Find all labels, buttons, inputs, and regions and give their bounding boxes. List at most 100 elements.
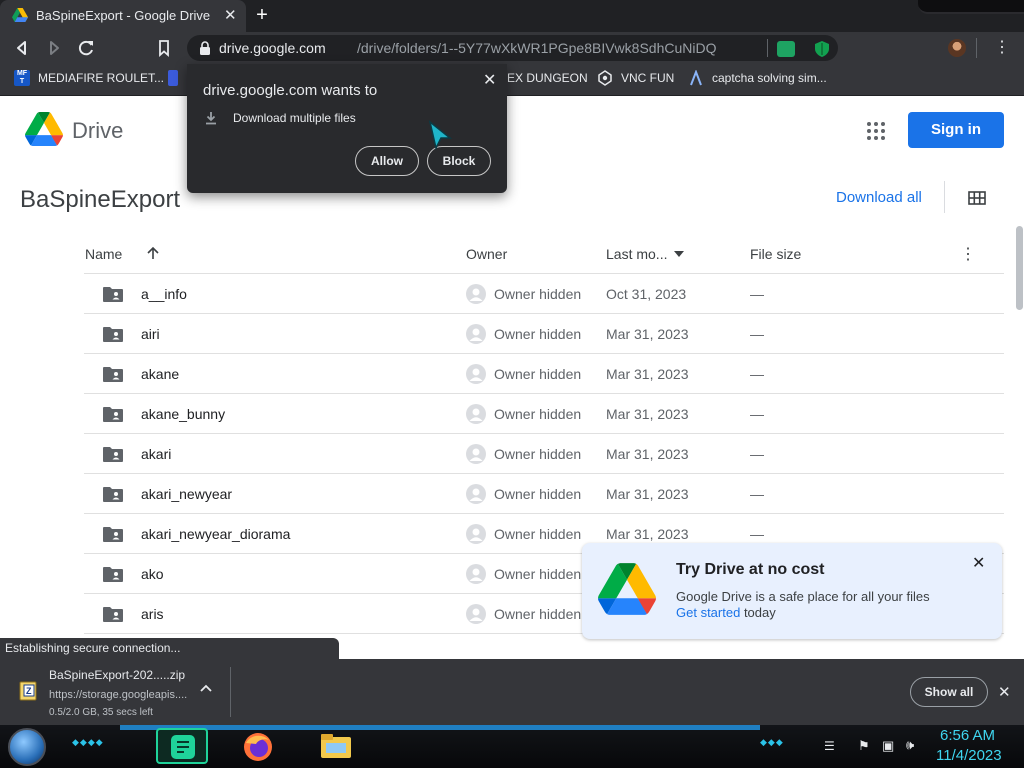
bookmark-ex-dungeon[interactable]: EX DUNGEON (507, 71, 588, 85)
shelf-close-icon[interactable]: ✕ (998, 683, 1011, 701)
file-modified: Oct 31, 2023 (606, 286, 687, 302)
notes-app-icon (171, 735, 195, 759)
owner-avatar-icon (466, 404, 486, 424)
show-all-button[interactable]: Show all (910, 677, 988, 707)
sign-in-button[interactable]: Sign in (908, 112, 1004, 148)
owner-avatar-icon (466, 284, 486, 304)
file-owner: Owner hidden (494, 486, 582, 502)
file-modified: Mar 31, 2023 (606, 406, 689, 422)
shared-folder-icon (103, 407, 123, 422)
clock-time[interactable]: 6:56 AM (940, 727, 995, 744)
drive-favicon-icon (12, 8, 28, 22)
taskbar-glow (120, 725, 760, 730)
file-owner: Owner hidden (494, 446, 582, 462)
profile-avatar[interactable] (948, 39, 966, 57)
permission-close-icon[interactable]: ✕ (483, 70, 496, 90)
promo-close-icon[interactable]: ✕ (972, 553, 985, 573)
bookmark-captcha[interactable]: captcha solving sim... (712, 71, 827, 85)
notes-extension-icon[interactable] (777, 41, 795, 57)
tab-strip: BaSpineExport - Google Drive ✕ + (0, 0, 1024, 32)
flag-icon[interactable]: ⚑ (858, 738, 870, 754)
file-owner: Owner hidden (494, 406, 582, 422)
file-row[interactable]: akane_bunny Owner hidden Mar 31, 2023 — (84, 394, 1004, 434)
taskbar-notes-app[interactable] (156, 728, 208, 764)
bookmark-icon[interactable] (152, 36, 176, 60)
download-progress: 0.5/2.0 GB, 35 secs left (49, 707, 153, 718)
bookmark-vnc-fun[interactable]: VNC FUN (621, 71, 674, 85)
new-tab-icon[interactable]: + (252, 4, 272, 26)
download-icon (206, 112, 216, 125)
permission-title: drive.google.com wants to (203, 82, 378, 99)
get-started-link[interactable]: Get started (676, 605, 740, 620)
file-row[interactable]: a__info Owner hidden Oct 31, 2023 — (84, 274, 1004, 314)
firefox-icon[interactable] (242, 731, 274, 763)
download-filename[interactable]: BaSpineExport-202.....zip (49, 668, 185, 682)
grid-view-icon[interactable] (968, 191, 986, 205)
file-name: akane (141, 366, 180, 382)
drive-logo-icon[interactable] (25, 112, 63, 146)
file-name: akane_bunny (141, 406, 226, 422)
tray-menu-icon[interactable]: ☰ (824, 739, 835, 753)
window-frame-decoration (918, 0, 1024, 14)
back-icon[interactable] (10, 36, 34, 60)
allow-button[interactable]: Allow (355, 146, 419, 176)
forward-icon[interactable] (42, 36, 66, 60)
clock-date[interactable]: 11/4/2023 (936, 747, 1002, 764)
file-row[interactable]: airi Owner hidden Mar 31, 2023 — (84, 314, 1004, 354)
promo-suffix: today (743, 605, 776, 620)
start-button[interactable] (8, 728, 46, 766)
column-header-name[interactable]: Name (85, 246, 122, 262)
file-name: akari_newyear_diorama (141, 526, 291, 542)
file-explorer-icon[interactable] (320, 733, 352, 759)
browser-menu-icon[interactable]: ⋮ (994, 36, 1010, 60)
omnibox-divider (767, 39, 768, 57)
sort-arrow-up-icon[interactable] (146, 246, 160, 260)
system-tray: ☰ ⚑ ▣ 🕪 6:56 AM 11/4/2023 (820, 725, 1024, 768)
file-name: aris (141, 606, 164, 622)
file-size: — (750, 486, 764, 502)
bookmark-mediafire[interactable]: MEDIAFIRE ROULET... (38, 71, 164, 85)
shared-folder-icon (103, 327, 123, 342)
file-owner: Owner hidden (494, 326, 582, 342)
browser-tab[interactable]: BaSpineExport - Google Drive ✕ (0, 0, 246, 32)
shared-folder-icon (103, 487, 123, 502)
file-name: ako (141, 566, 164, 582)
block-button[interactable]: Block (427, 146, 491, 176)
sort-dropdown-icon[interactable] (674, 251, 684, 257)
file-owner: Owner hidden (494, 606, 582, 622)
file-row[interactable]: akari Owner hidden Mar 31, 2023 — (84, 434, 1004, 474)
page-scrollbar[interactable] (1016, 226, 1023, 310)
mouse-cursor-icon (428, 120, 453, 150)
mediafire-icon: MF T (14, 70, 30, 86)
file-size: — (750, 446, 764, 462)
more-options-icon[interactable]: ⋮ (960, 244, 976, 264)
promo-text: Google Drive is a safe place for all you… (676, 589, 930, 604)
google-apps-icon[interactable] (866, 121, 886, 141)
vnc-icon (598, 70, 612, 86)
owner-avatar-icon (466, 324, 486, 344)
file-name: akari_newyear (141, 486, 233, 502)
promo-link-line: Get started today (676, 605, 776, 620)
shield-extension-icon[interactable] (813, 41, 831, 57)
promo-title: Try Drive at no cost (676, 561, 825, 578)
file-name: a__info (141, 286, 187, 302)
file-row[interactable]: akari_newyear Owner hidden Mar 31, 2023 — (84, 474, 1004, 514)
chevron-up-icon[interactable] (200, 684, 212, 692)
column-header-modified[interactable]: Last mo... (606, 246, 667, 262)
network-icon[interactable]: ▣ (882, 738, 894, 754)
lock-icon[interactable] (199, 41, 211, 55)
owner-avatar-icon (466, 564, 486, 584)
tab-title: BaSpineExport - Google Drive (36, 8, 211, 23)
file-row[interactable]: akane Owner hidden Mar 31, 2023 — (84, 354, 1004, 394)
download-all-button[interactable]: Download all (836, 189, 922, 206)
status-bubble: Establishing secure connection... (0, 638, 339, 659)
file-modified: Mar 31, 2023 (606, 526, 689, 542)
volume-icon[interactable]: 🕪 (906, 737, 914, 753)
tab-close-icon[interactable]: ✕ (224, 6, 237, 24)
shared-folder-icon (103, 367, 123, 382)
reload-icon[interactable] (74, 36, 98, 60)
address-bar[interactable]: drive.google.com /drive/folders/1--5Y77w… (187, 35, 838, 61)
shared-folder-icon (103, 567, 123, 582)
try-drive-card: Try Drive at no cost Google Drive is a s… (582, 543, 1002, 639)
file-owner: Owner hidden (494, 286, 582, 302)
